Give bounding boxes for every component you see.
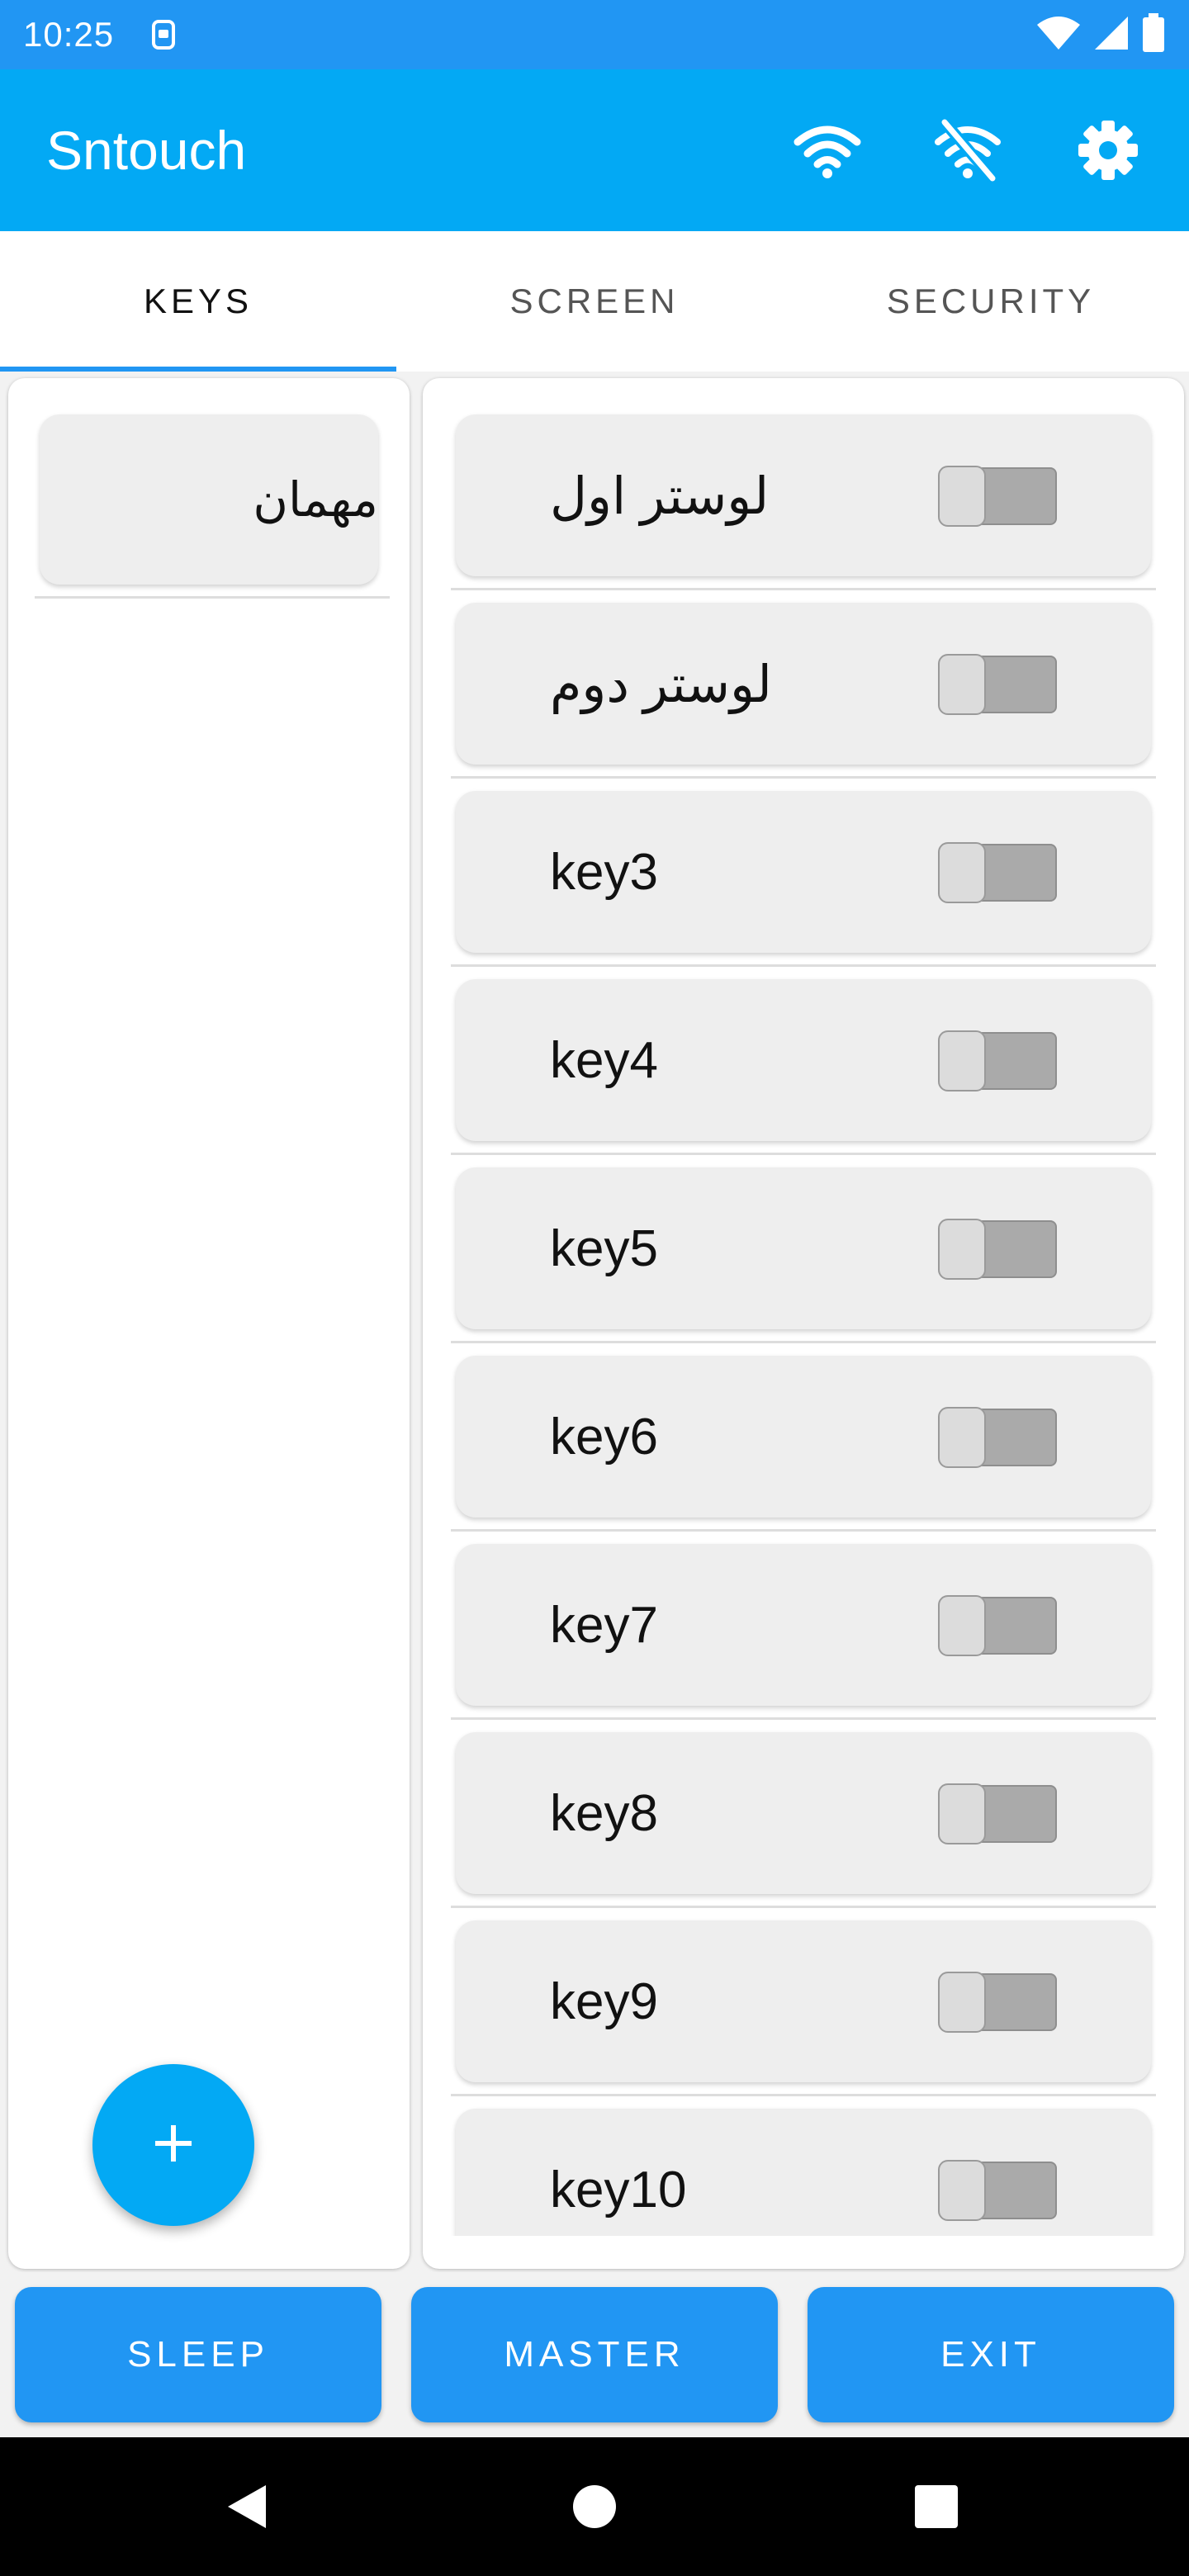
key-toggle-switch[interactable] xyxy=(938,1219,1059,1280)
key-row[interactable]: لوستر دوم xyxy=(456,603,1151,765)
rooms-panel: مهمان xyxy=(8,378,410,2269)
key-row[interactable]: key3 xyxy=(456,791,1151,953)
add-room-button[interactable] xyxy=(92,2064,254,2226)
wifi-full-icon xyxy=(1035,15,1082,55)
key-label: key3 xyxy=(550,843,658,901)
switch-thumb xyxy=(938,654,986,715)
sleep-button[interactable]: SLEEP xyxy=(15,2287,381,2422)
app-bar: Sntouch xyxy=(0,69,1189,231)
divider xyxy=(451,1717,1156,1720)
key-toggle-switch[interactable] xyxy=(938,466,1059,527)
divider xyxy=(35,596,390,599)
key-label: key5 xyxy=(550,1219,658,1277)
switch-thumb xyxy=(938,2160,986,2221)
key-toggle-switch[interactable] xyxy=(938,1783,1059,1844)
app-title: Sntouch xyxy=(46,120,247,181)
home-icon[interactable] xyxy=(545,2437,644,2576)
divider xyxy=(451,588,1156,590)
tab-security[interactable]: SECURITY xyxy=(793,231,1189,372)
key-row[interactable]: key5 xyxy=(456,1167,1151,1329)
key-label: لوستر دوم xyxy=(550,656,772,713)
key-row[interactable]: key4 xyxy=(456,979,1151,1141)
key-row[interactable]: key8 xyxy=(456,1732,1151,1894)
key-label: لوستر اول xyxy=(550,467,770,525)
key-toggle-switch[interactable] xyxy=(938,1030,1059,1091)
keys-panel: لوستر اول لوستر دوم key3 key4 key5 key6 key7 ke… xyxy=(423,378,1184,2269)
recents-icon[interactable] xyxy=(887,2437,986,2576)
room-item[interactable]: مهمان xyxy=(40,414,378,585)
divider xyxy=(451,1906,1156,1908)
wifi-off-icon[interactable] xyxy=(933,116,1002,185)
room-item-label: مهمان xyxy=(253,473,378,527)
wifi-icon[interactable] xyxy=(793,116,862,185)
keys-list[interactable]: لوستر اول لوستر دوم key3 key4 key5 key6 key7 ke… xyxy=(423,378,1184,2236)
switch-thumb xyxy=(938,1783,986,1844)
switch-thumb xyxy=(938,1219,986,1280)
key-toggle-switch[interactable] xyxy=(938,1972,1059,2033)
system-nav-bar xyxy=(0,2437,1189,2576)
tab-screen[interactable]: SCREEN xyxy=(396,231,793,372)
cell-signal-icon xyxy=(1093,15,1130,55)
key-toggle-switch[interactable] xyxy=(938,842,1059,903)
back-icon[interactable] xyxy=(198,2437,297,2576)
key-label: key7 xyxy=(550,1596,658,1654)
bottom-actions: SLEEP MASTER EXIT xyxy=(0,2272,1189,2437)
status-time: 10:25 xyxy=(23,15,115,54)
key-label: key8 xyxy=(550,1784,658,1842)
key-toggle-switch[interactable] xyxy=(938,654,1059,715)
key-row[interactable]: لوستر اول xyxy=(456,414,1151,576)
key-toggle-switch[interactable] xyxy=(938,2160,1059,2221)
divider xyxy=(451,776,1156,779)
tab-keys[interactable]: KEYS xyxy=(0,231,396,372)
key-label: key6 xyxy=(550,1408,658,1466)
battery-icon xyxy=(1141,12,1166,57)
divider xyxy=(451,1153,1156,1155)
master-button[interactable]: MASTER xyxy=(411,2287,778,2422)
switch-thumb xyxy=(938,466,986,527)
sim-card-icon xyxy=(147,18,180,51)
switch-thumb xyxy=(938,842,986,903)
key-toggle-switch[interactable] xyxy=(938,1595,1059,1656)
divider xyxy=(451,964,1156,967)
divider xyxy=(451,1341,1156,1343)
divider xyxy=(451,2094,1156,2096)
key-row[interactable]: key7 xyxy=(456,1544,1151,1706)
status-bar: 10:25 xyxy=(0,0,1189,69)
switch-thumb xyxy=(938,1407,986,1468)
divider xyxy=(451,1529,1156,1532)
exit-button[interactable]: EXIT xyxy=(808,2287,1174,2422)
switch-thumb xyxy=(938,1030,986,1091)
tab-bar: KEYS SCREEN SECURITY xyxy=(0,231,1189,372)
switch-thumb xyxy=(938,1595,986,1656)
key-row[interactable]: key9 xyxy=(456,1920,1151,2082)
settings-gear-icon[interactable] xyxy=(1073,116,1143,185)
switch-thumb xyxy=(938,1972,986,2033)
key-label: key9 xyxy=(550,1972,658,2030)
key-row[interactable]: key10 xyxy=(456,2109,1151,2236)
plus-icon xyxy=(152,2122,195,2169)
key-label: key4 xyxy=(550,1031,658,1089)
key-label: key10 xyxy=(550,2161,687,2218)
key-row[interactable]: key6 xyxy=(456,1356,1151,1518)
key-toggle-switch[interactable] xyxy=(938,1407,1059,1468)
